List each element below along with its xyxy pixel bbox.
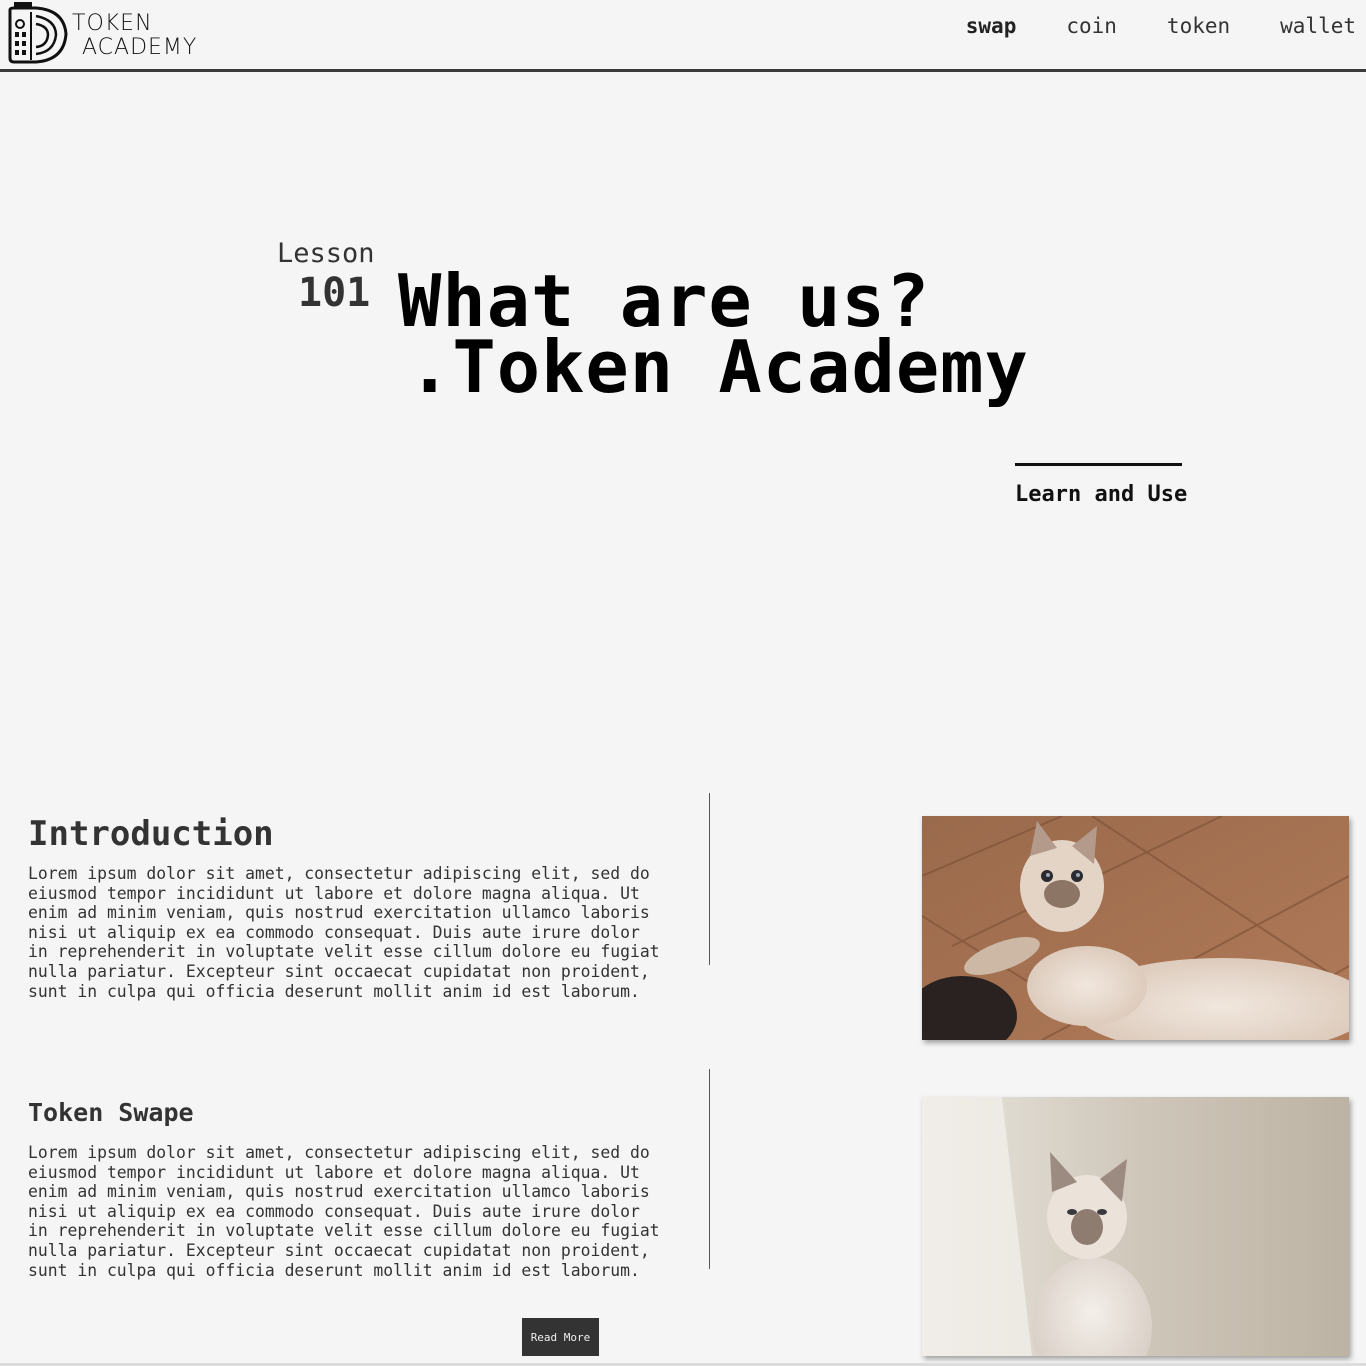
cat-photo-sitting: [922, 1097, 1349, 1356]
site-header: TOKEN ACADEMY swap coin token wallet: [0, 0, 1366, 72]
logo-wordmark: TOKEN ACADEMY: [72, 12, 197, 60]
cat-image-1: [922, 816, 1349, 1040]
nav-item-swap[interactable]: swap: [966, 14, 1017, 38]
logo-line-2: ACADEMY: [82, 35, 198, 60]
main-nav: swap coin token wallet: [916, 14, 1356, 38]
logo-emblem-icon: [8, 2, 68, 64]
section-title-token-swape: Token Swape: [28, 1098, 194, 1127]
read-more-button[interactable]: Read More: [522, 1318, 599, 1356]
section-body-token-swape: Lorem ipsum dolor sit amet, consectetur …: [28, 1143, 660, 1280]
section-title-introduction: Introduction: [28, 814, 274, 854]
logo-line-1: TOKEN: [72, 11, 153, 36]
hero-title: What are us? .Token Academy: [398, 265, 1029, 409]
learn-and-use-link[interactable]: Learn and Use: [1015, 463, 1187, 507]
logo[interactable]: TOKEN ACADEMY: [6, 2, 196, 64]
nav-item-coin[interactable]: coin: [1066, 14, 1117, 38]
hero-title-line-2: .Token Academy: [408, 325, 1029, 409]
cat-photo-lying-on-floor: [922, 816, 1349, 1040]
nav-item-token[interactable]: token: [1167, 14, 1230, 38]
section-body-introduction: Lorem ipsum dolor sit amet, consectetur …: [28, 864, 660, 1001]
section-divider: [709, 793, 710, 965]
cat-image-2: [922, 1097, 1349, 1356]
lesson-number: 101: [298, 270, 371, 316]
nav-item-wallet[interactable]: wallet: [1280, 14, 1356, 38]
lesson-label: Lesson: [277, 238, 375, 269]
section-divider: [709, 1069, 710, 1269]
